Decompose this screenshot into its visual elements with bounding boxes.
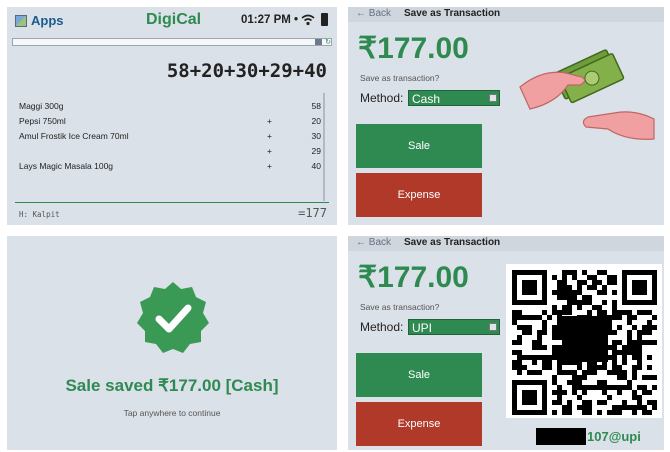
line-items-list: Maggi 300g 58 Pepsi 750ml + 20 Amul Fros… (15, 93, 329, 203)
method-select[interactable]: Cash (408, 90, 500, 106)
back-button[interactable]: ← Back (356, 237, 391, 248)
continue-hint: Tap anywhere to continue (123, 408, 221, 418)
apps-label: Apps (31, 13, 64, 28)
upi-id-text: 107@upi (587, 429, 641, 444)
item-value: 29 (311, 146, 321, 156)
qr-code (506, 264, 662, 418)
item-operator: + (267, 131, 272, 141)
expense-button[interactable]: Expense (356, 173, 482, 217)
item-operator: + (267, 116, 272, 126)
top-bar: ← Back Save as Transaction (348, 236, 664, 251)
screen-title: Save as Transaction (404, 8, 501, 19)
sale-button[interactable]: Sale (356, 124, 482, 168)
save-transaction-cash-screen: ← Back Save as Transaction ₹177.00 Save … (348, 7, 664, 225)
upi-id: 107@upi (536, 428, 641, 445)
list-item[interactable]: Lays Magic Masala 100g + 40 (19, 161, 321, 175)
item-name: Pepsi 750ml (19, 116, 66, 126)
save-transaction-upi-screen: ← Back Save as Transaction ₹177.00 Save … (348, 236, 664, 450)
question-text: Save as transaction? (360, 73, 440, 83)
saved-message: Sale saved ₹177.00 [Cash] (65, 376, 279, 395)
list-item[interactable]: Maggi 300g 58 (19, 101, 321, 115)
item-name: Lays Magic Masala 100g (19, 161, 114, 171)
method-value: Cash (412, 92, 441, 106)
list-item[interactable]: Pepsi 750ml + 20 (19, 116, 321, 130)
scrollbar[interactable] (323, 93, 325, 201)
list-item[interactable]: Amul Frostik Ice Cream 70ml + 30 (19, 131, 321, 145)
clock: 01:27 PM • (241, 14, 299, 26)
expense-button[interactable]: Expense (356, 402, 482, 446)
item-value: 40 (311, 161, 321, 171)
method-value: UPI (412, 321, 433, 335)
sale-button[interactable]: Sale (356, 353, 482, 397)
status-bar: Apps DigiCal 01:27 PM • (7, 7, 337, 35)
sale-saved-screen[interactable]: Sale saved ₹177.00 [Cash] Tap anywhere t… (7, 236, 337, 450)
redacted-block (536, 428, 586, 445)
item-name: Maggi 300g (19, 101, 64, 111)
apps-button[interactable]: Apps (15, 13, 64, 28)
app-title: DigiCal (146, 11, 202, 28)
checkmark-badge-icon (137, 282, 209, 353)
amount-display: ₹177.00 (358, 261, 469, 294)
item-operator: + (267, 161, 272, 171)
amount-display: ₹177.00 (358, 32, 469, 65)
method-label: Method: (360, 320, 404, 334)
cash-hands-icon (519, 49, 655, 140)
wifi-icon (301, 14, 315, 26)
chevron-down-icon (489, 323, 497, 331)
method-label: Method: (360, 91, 404, 105)
item-name: Amul Frostik Ice Cream 70ml (19, 131, 129, 141)
chevron-down-icon (489, 94, 497, 102)
item-value: 30 (311, 131, 321, 141)
expression-display: 58+20+30+29+40 (166, 60, 327, 82)
item-value: 58 (311, 101, 321, 111)
calculator-screen: Apps DigiCal 01:27 PM • ↻ 58+20+30+29+40… (7, 7, 337, 225)
customer-dropdown[interactable]: ↻ (12, 38, 332, 46)
question-text: Save as transaction? (360, 302, 440, 312)
total-display: =177 (298, 206, 327, 220)
chevron-down-icon (315, 39, 322, 45)
screen-title: Save as Transaction (404, 237, 501, 248)
item-value: 20 (311, 116, 321, 126)
list-item[interactable]: + 29 (19, 146, 321, 160)
top-bar: ← Back Save as Transaction (348, 7, 664, 22)
battery-icon (321, 13, 328, 26)
method-select[interactable]: UPI (408, 319, 500, 335)
back-button[interactable]: ← Back (356, 8, 391, 19)
refresh-icon[interactable]: ↻ (325, 38, 331, 46)
item-operator: + (267, 146, 272, 156)
apps-icon (15, 14, 27, 27)
qr-code-image (512, 270, 657, 415)
history-label: H: Kalpit (19, 210, 60, 219)
